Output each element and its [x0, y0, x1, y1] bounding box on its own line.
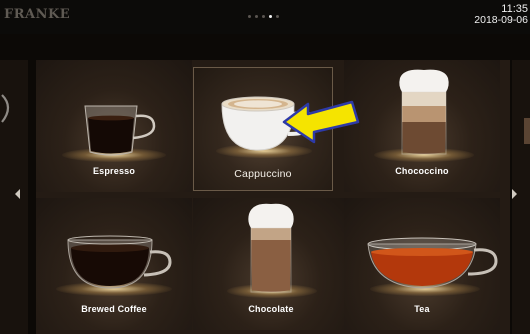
- top-bar: FRANKE 11:35 2018-09-06: [0, 0, 530, 34]
- tile-label: Brewed Coffee: [81, 304, 147, 314]
- coffee-machine-screen: FRANKE 11:35 2018-09-06 Espresso Cappucc…: [0, 0, 530, 334]
- chococcino-glass-icon: [399, 69, 449, 155]
- brand-logo: FRANKE: [4, 7, 71, 22]
- tile-espresso[interactable]: Espresso: [36, 60, 192, 192]
- arrow-left-icon[interactable]: [15, 189, 20, 199]
- drink-grid: Espresso Cappuccino Chococcino Brewed Co…: [36, 60, 510, 334]
- tile-label: Chocolate: [248, 304, 294, 314]
- tile-label: Cappuccino: [234, 168, 292, 180]
- peek-cup-left-icon: [1, 94, 10, 123]
- chocolate-glass-icon: [248, 203, 294, 293]
- tile-brewed-coffee[interactable]: Brewed Coffee: [36, 198, 192, 330]
- tile-label: Chococcino: [395, 166, 449, 176]
- tile-label: Tea: [414, 304, 430, 314]
- previous-page-area: [0, 60, 28, 334]
- tea-cup-icon: [367, 237, 498, 289]
- clock-date: 2018-09-06: [474, 14, 528, 26]
- tile-tea[interactable]: Tea: [344, 198, 500, 330]
- page-dot: [255, 15, 258, 18]
- page-dot-active: [269, 15, 272, 18]
- tile-label: Espresso: [92, 166, 136, 176]
- tile-chocolate[interactable]: Chocolate: [193, 198, 349, 330]
- page-dot: [248, 15, 251, 18]
- espresso-cup-icon: [84, 105, 156, 156]
- arrow-right-icon[interactable]: [512, 189, 517, 199]
- annotation-arrow-icon: [282, 100, 360, 144]
- brewed-coffee-cup-icon: [67, 235, 172, 289]
- page-dot: [276, 15, 279, 18]
- page-indicator: [248, 15, 279, 18]
- clock: 11:35 2018-09-06: [474, 4, 528, 26]
- page-dot: [262, 15, 265, 18]
